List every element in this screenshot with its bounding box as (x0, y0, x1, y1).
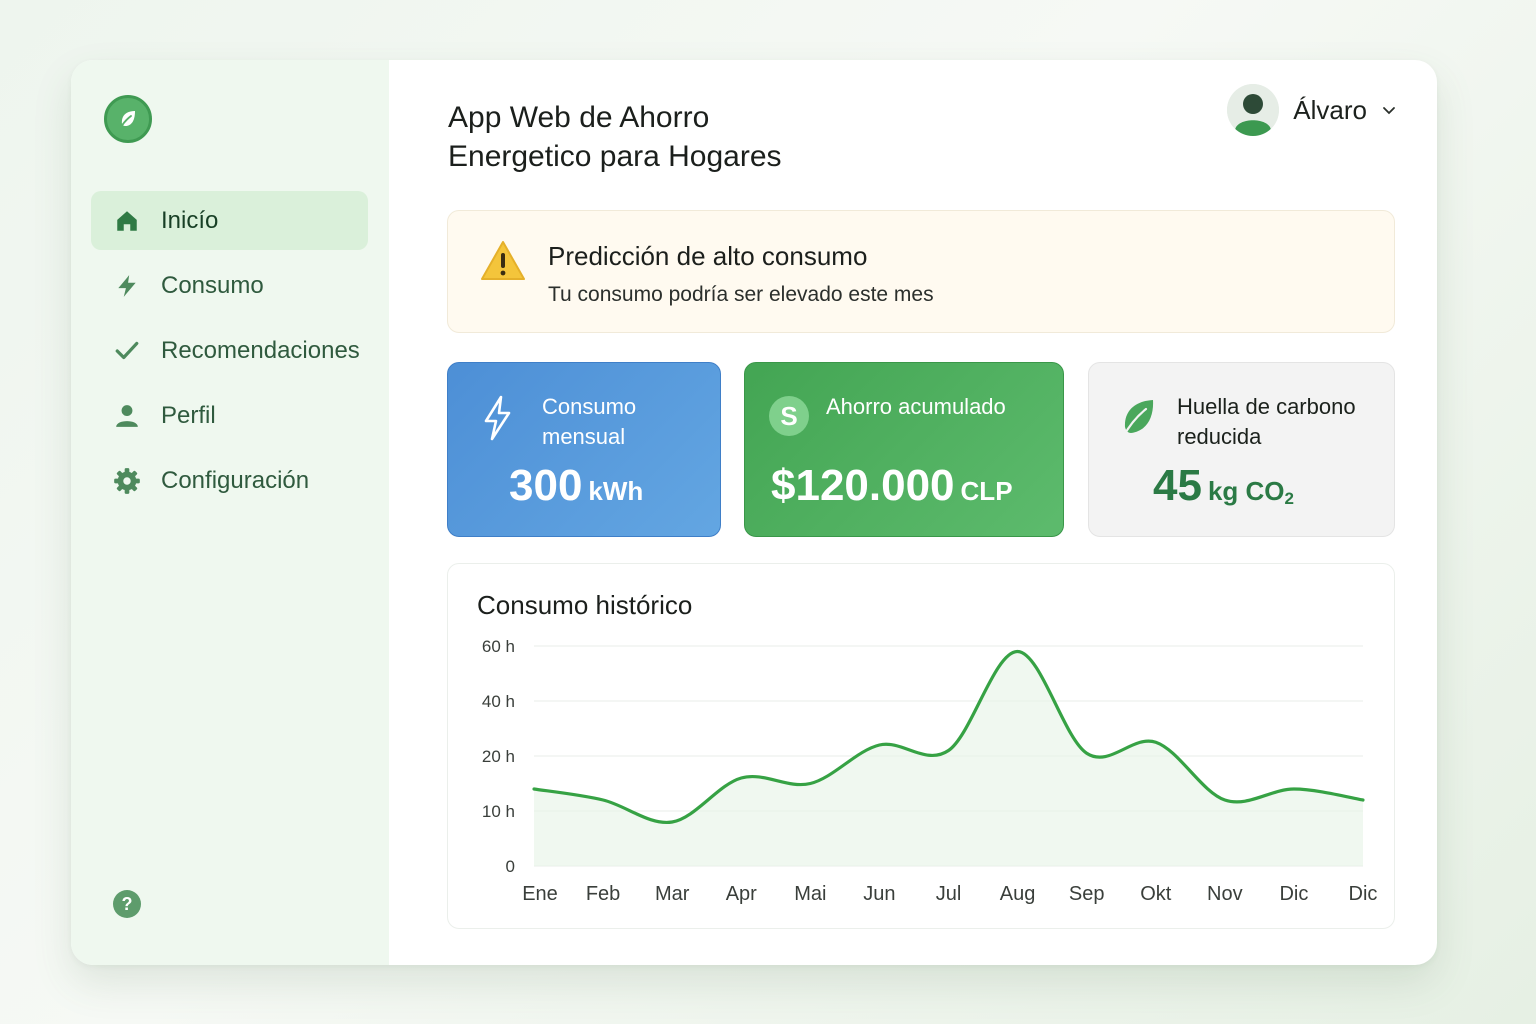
alert-banner: Predicción de alto consumo Tu consumo po… (447, 210, 1395, 333)
card-carbon-footprint[interactable]: Huella de carbono reducida 45 kg CO2 (1088, 362, 1395, 537)
sidebar-item-recomendaciones[interactable]: Recomendaciones (91, 321, 368, 380)
card-value: $120.000 CLP (771, 461, 1013, 511)
x-tick-label: Dic (1279, 883, 1308, 905)
x-tick-label: Sep (1069, 883, 1105, 905)
x-tick-label: Nov (1207, 883, 1243, 905)
question-icon[interactable]: ? (113, 890, 141, 918)
card-value-number: $120.000 (771, 461, 955, 510)
sidebar-item-label: Consumo (161, 271, 264, 299)
lightning-icon (484, 395, 511, 441)
lightning-icon (113, 272, 141, 300)
alert-text: Tu consumo podría ser elevado este mes (548, 283, 934, 306)
sidebar-item-label: Configuración (161, 466, 310, 494)
y-tick-label: 0 (506, 857, 515, 876)
x-tick-label: Feb (586, 883, 620, 905)
app-logo[interactable] (104, 95, 152, 143)
home-icon (113, 207, 141, 235)
check-icon (113, 337, 141, 365)
x-tick-label: Dic (1349, 883, 1378, 905)
card-value-unit: CLP (960, 476, 1013, 506)
card-label-line1: Huella de carbono (1177, 394, 1356, 419)
sidebar-item-consumo[interactable]: Consumo (91, 256, 368, 315)
series-area (534, 651, 1363, 866)
x-tick-label: Apr (726, 883, 757, 905)
card-value-unit: kWh (588, 476, 644, 506)
card-value: 45 kg CO2 (1153, 461, 1294, 511)
sidebar-item-perfil[interactable]: Perfil (91, 386, 368, 445)
x-tick-label: Ene (522, 883, 558, 905)
sidebar-item-label: Inicío (161, 206, 219, 234)
card-value-number: 45 (1153, 461, 1202, 510)
card-monthly-consumption[interactable]: Consumo mensual 300 kWh (447, 362, 721, 537)
x-tick-label: Okt (1140, 883, 1172, 905)
history-chart-card: Consumo histórico 0 10 h 20 h 40 h 60 h Ene Fe… (447, 563, 1395, 929)
card-accumulated-savings[interactable]: S Ahorro acumulado $120.000 CLP (744, 362, 1064, 537)
card-label-line2: mensual (542, 424, 626, 449)
page-title-line1: App Web de Ahorro (448, 101, 710, 134)
sidebar-item-inicio[interactable]: Inicío (91, 191, 368, 250)
avatar (1227, 84, 1280, 136)
card-value: 300 kWh (509, 461, 643, 511)
warning-icon (481, 241, 525, 280)
card-label-line1: Consumo (542, 394, 637, 419)
sidebar-item-label: Recomendaciones (161, 336, 360, 364)
sidebar-nav: Inicío Consumo Recomendaciones Perfil Co… (91, 191, 368, 516)
page-title: App Web de Ahorro Energetico para Hogare… (448, 98, 868, 176)
leaf-icon (1121, 400, 1154, 439)
card-label-line2: reducida (1177, 424, 1262, 449)
user-menu[interactable]: Álvaro (1227, 84, 1397, 136)
x-tick-label: Mai (794, 883, 826, 905)
x-tick-label: Aug (1000, 883, 1036, 905)
sidebar: Inicío Consumo Recomendaciones Perfil Co… (71, 60, 389, 965)
chevron-down-icon (1383, 107, 1395, 115)
alert-title: Predicción de alto consumo (548, 241, 868, 271)
sidebar-item-label: Perfil (161, 401, 216, 429)
x-tick-label: Jul (936, 883, 962, 905)
dollar-coin-icon: S (769, 396, 809, 436)
y-tick-label: 40 h (482, 692, 515, 711)
y-tick-label: 60 h (482, 637, 515, 656)
card-value-unit: kg CO (1207, 476, 1285, 506)
user-icon (113, 402, 141, 430)
y-tick-label: 10 h (482, 802, 515, 821)
gear-icon (113, 467, 141, 495)
card-label: Ahorro acumulado (826, 394, 1006, 419)
page-title-line2: Energetico para Hogares (448, 140, 782, 173)
sidebar-item-configuracion[interactable]: Configuración (91, 451, 368, 510)
user-name: Álvaro (1293, 94, 1367, 125)
app-window: Inicío Consumo Recomendaciones Perfil Co… (71, 60, 1437, 965)
card-value-number: 300 (509, 461, 583, 510)
card-value-subscript: 2 (1284, 489, 1294, 509)
main-content: App Web de Ahorro Energetico para Hogare… (389, 60, 1437, 965)
x-tick-label: Jun (863, 883, 895, 905)
card-label: Huella de carbono reducida (1177, 392, 1356, 452)
y-tick-label: 20 h (482, 747, 515, 766)
history-line-chart: 0 10 h 20 h 40 h 60 h Ene Feb Mar Apr Mai Jun Jul Au… (482, 637, 1378, 905)
leaf-icon (120, 111, 135, 128)
x-tick-label: Mar (655, 883, 690, 905)
card-label: Consumo mensual (542, 392, 636, 452)
